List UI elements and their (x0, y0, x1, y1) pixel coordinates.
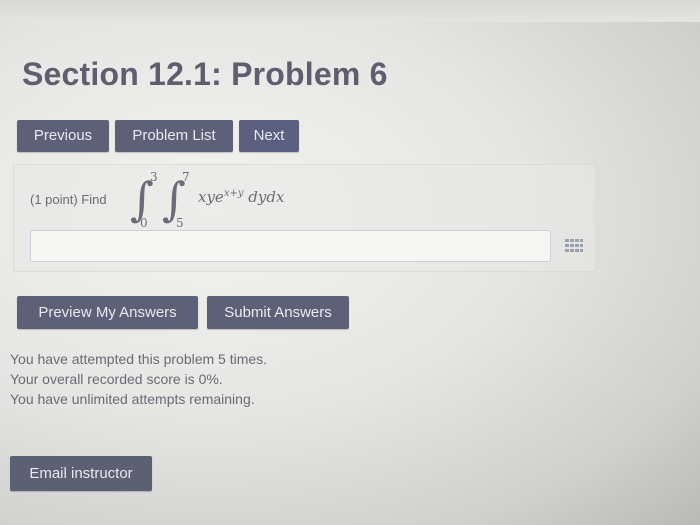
remaining-text: You have unlimited attempts remaining. (10, 391, 255, 407)
outer-lower-limit: 0 (140, 216, 148, 230)
outer-upper-limit: 3 (150, 170, 158, 184)
next-button[interactable]: Next (239, 120, 299, 152)
inner-lower-limit: 5 (176, 216, 184, 230)
attempt-status: You have attempted this problem 5 times.… (10, 349, 267, 409)
problem-prompt: (1 point) Find (30, 192, 107, 207)
answer-input[interactable] (30, 230, 551, 262)
top-bar (0, 0, 700, 22)
answer-actions: Preview My Answers Submit Answers (17, 296, 349, 329)
attempts-text: You have attempted this problem 5 times. (10, 351, 268, 367)
integrand: xyex+y dydx (198, 188, 285, 206)
score-text: Your overall recorded score is 0%. (10, 371, 223, 387)
equation-editor-button[interactable] (556, 232, 592, 260)
page-title: Section 12.1: Problem 6 (22, 56, 388, 92)
submit-answers-button[interactable]: Submit Answers (207, 296, 349, 329)
problem-navigation: Previous Problem List Next (17, 120, 299, 152)
email-instructor-button[interactable]: Email instructor (10, 456, 152, 491)
double-integral: ∫ 3 0 ∫ 7 5 xyex+y dydx (120, 168, 340, 232)
previous-button[interactable]: Previous (17, 120, 109, 152)
grid-icon (565, 239, 583, 252)
problem-list-button[interactable]: Problem List (115, 120, 233, 152)
inner-upper-limit: 7 (182, 170, 190, 184)
preview-answers-button[interactable]: Preview My Answers (17, 296, 198, 329)
